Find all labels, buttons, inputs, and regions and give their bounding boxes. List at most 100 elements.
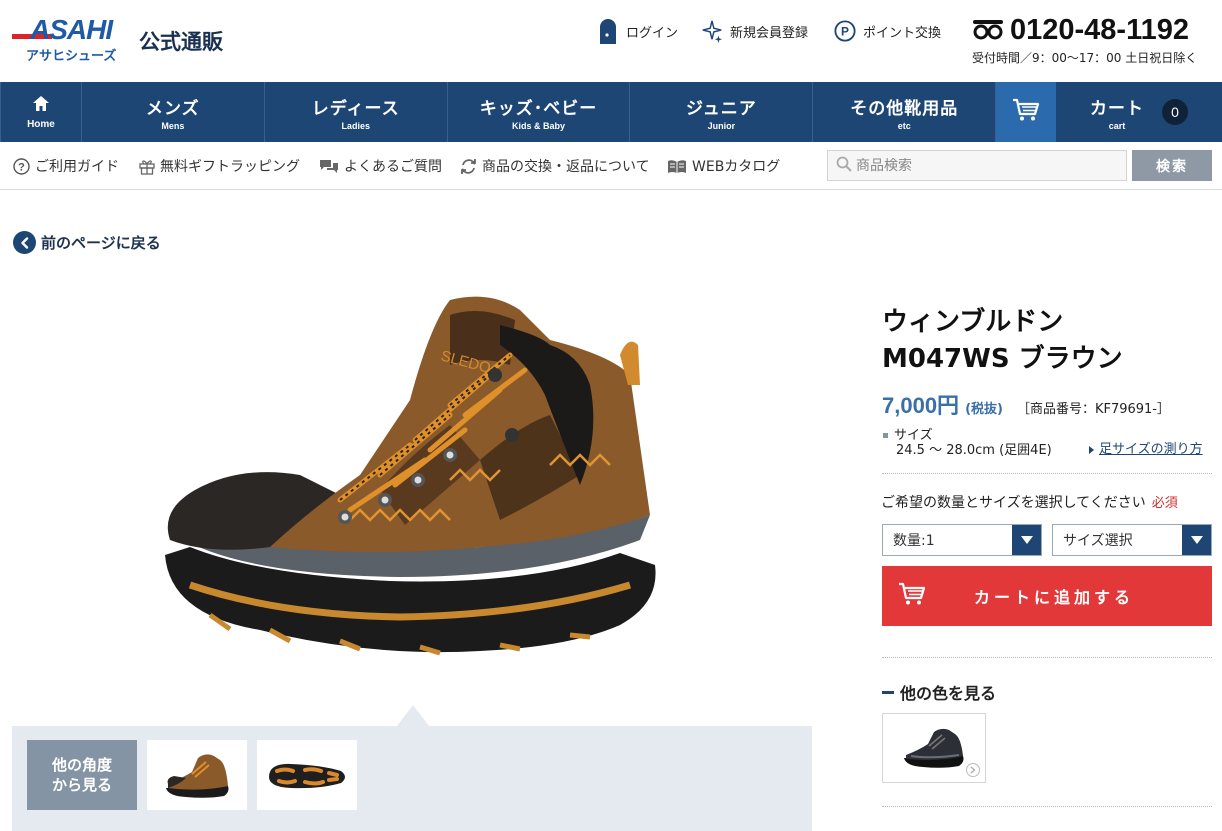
register-link[interactable]: 新規会員登録 bbox=[701, 16, 808, 46]
nav-cart-label: カート bbox=[1090, 98, 1145, 119]
register-label: 新規会員登録 bbox=[730, 25, 809, 41]
points-label: ポイント交換 bbox=[863, 25, 942, 41]
logo-text: ASAHI bbox=[30, 14, 113, 45]
other-angles-line1: 他の角度 bbox=[51, 756, 112, 774]
back-label: 前のページに戻る bbox=[41, 234, 161, 252]
size-select-value: サイズ選択 bbox=[1063, 533, 1133, 549]
help-circle-icon: ? bbox=[13, 157, 30, 175]
thumbnail-side[interactable] bbox=[147, 740, 247, 810]
site-tagline: 公式通販 bbox=[139, 30, 223, 54]
main-nav: Home メンズ Mens レディース Ladies キッズ･ベビー Kids … bbox=[0, 82, 1222, 142]
door-icon bbox=[597, 17, 619, 45]
phone-block[interactable]: 0120-48-1192 bbox=[972, 14, 1189, 47]
catalog-link[interactable]: WEBカタログ bbox=[667, 156, 780, 176]
search-icon bbox=[836, 156, 852, 176]
color-variant-black[interactable] bbox=[882, 713, 986, 783]
faq-label: よくあるご質問 bbox=[344, 159, 442, 175]
other-angles-line2: から見る bbox=[51, 776, 112, 794]
nav-etc-label: その他靴用品 bbox=[850, 98, 959, 119]
gift-icon bbox=[139, 158, 155, 175]
freedial-icon bbox=[972, 18, 1004, 44]
nav-mens-label: メンズ bbox=[146, 98, 200, 119]
back-link[interactable]: 前のページに戻る bbox=[13, 231, 161, 254]
triangle-right-icon bbox=[1089, 445, 1094, 454]
svg-text:P: P bbox=[841, 25, 849, 39]
nav-cart-icon-cell[interactable] bbox=[996, 82, 1057, 142]
add-to-cart-button[interactable]: カートに追加する bbox=[882, 566, 1212, 626]
divider bbox=[882, 806, 1212, 807]
svg-text:?: ? bbox=[18, 161, 25, 173]
search-box bbox=[827, 150, 1127, 181]
select-hint: ご希望の数量とサイズを選択してください 必須 bbox=[881, 492, 1178, 512]
gift-wrap-label: 無料ギフトラッピング bbox=[160, 159, 300, 175]
points-p-icon: P bbox=[834, 17, 856, 45]
product-name-line1: ウィンブルドン bbox=[882, 307, 1064, 337]
chevron-right-circle-icon bbox=[966, 763, 980, 777]
size-guide-label: 足サイズの測り方 bbox=[1099, 442, 1203, 457]
heading-dash bbox=[882, 690, 894, 694]
cart-icon bbox=[898, 582, 926, 610]
nav-kids-baby[interactable]: キッズ･ベビー Kids & Baby bbox=[448, 82, 631, 142]
size-range: 24.5 ～ 28.0cm (足囲4E) bbox=[896, 443, 1052, 458]
required-mark: 必須 bbox=[1151, 496, 1178, 511]
chevron-left-icon bbox=[13, 231, 36, 254]
other-angles-label: 他の角度 から見る bbox=[27, 740, 137, 810]
other-colors-title: 他の色を見る bbox=[900, 684, 997, 703]
black-boot-thumb bbox=[904, 728, 964, 768]
product-name: ウィンブルドン M047WS ブラウン bbox=[882, 304, 1212, 378]
other-colors-heading: 他の色を見る bbox=[882, 680, 996, 704]
size-select[interactable]: サイズ選択 bbox=[1052, 524, 1212, 556]
nav-ladies-sub: Ladies bbox=[341, 120, 370, 131]
points-link[interactable]: P ポイント交換 bbox=[834, 16, 941, 46]
add-to-cart-label: カートに追加する bbox=[974, 588, 1135, 607]
catalog-label: WEBカタログ bbox=[692, 159, 781, 175]
chevron-down-icon bbox=[1182, 525, 1211, 555]
nav-cart-sub: cart bbox=[1108, 120, 1126, 131]
book-icon bbox=[667, 159, 687, 174]
size-guide-link[interactable]: 足サイズの測り方 bbox=[1089, 438, 1203, 457]
divider bbox=[882, 473, 1212, 474]
logo-subtext: アサヒシューズ bbox=[26, 49, 117, 64]
faq-link[interactable]: よくあるご質問 bbox=[319, 156, 442, 176]
chevron-down-icon bbox=[1012, 525, 1041, 555]
nav-ladies[interactable]: レディース Ladies bbox=[265, 82, 448, 142]
quantity-select[interactable]: 数量:1 bbox=[882, 524, 1042, 556]
nav-etc[interactable]: その他靴用品 etc bbox=[813, 82, 997, 142]
nav-cart[interactable]: カート cart 0 bbox=[1056, 82, 1222, 142]
sparkle-icon bbox=[701, 17, 723, 45]
exchange-link[interactable]: 商品の交換・返品について bbox=[460, 156, 650, 176]
nav-junior-label: ジュニア bbox=[685, 98, 757, 119]
divider bbox=[882, 657, 1212, 658]
phone-number: 0120-48-1192 bbox=[1010, 14, 1189, 46]
thumbnail-sole[interactable] bbox=[257, 740, 357, 810]
site-header: ASAHI アサヒシューズ 公式通販 ログイン 新規会員登録 P ポイント交換 … bbox=[0, 0, 1222, 82]
hiking-boot-illustration: SLEDO bbox=[165, 296, 656, 656]
home-icon bbox=[32, 95, 50, 116]
asahi-logo[interactable]: ASAHI アサヒシューズ bbox=[12, 14, 127, 64]
cart-count-badge: 0 bbox=[1162, 99, 1189, 125]
boot-side-thumb bbox=[166, 754, 229, 798]
product-name-line2: M047WS ブラウン bbox=[882, 344, 1123, 374]
nav-home[interactable]: Home bbox=[0, 82, 82, 142]
boot-sole-thumb bbox=[269, 763, 345, 789]
gallery-pointer bbox=[397, 705, 429, 726]
product-main-image[interactable]: SLEDO bbox=[150, 285, 670, 680]
gift-wrap-link[interactable]: 無料ギフトラッピング bbox=[139, 156, 300, 176]
phone-hours: 受付時間／9：00～17：00 土日祝日除く bbox=[972, 51, 1198, 65]
select-hint-text: ご希望の数量とサイズを選択してください bbox=[881, 495, 1146, 511]
price-row: 7,000円 (税抜) ［商品番号：KF79691-］ bbox=[882, 388, 1170, 420]
guide-label: ご利用ガイド bbox=[35, 159, 119, 175]
product-code: ［商品番号：KF79691-］ bbox=[1016, 402, 1171, 417]
nav-cart-text: カート cart bbox=[1090, 94, 1144, 131]
search-button[interactable]: 検索 bbox=[1132, 150, 1212, 181]
nav-kids-sub: Kids & Baby bbox=[512, 120, 566, 131]
nav-etc-sub: etc bbox=[897, 120, 911, 131]
login-link[interactable]: ログイン bbox=[597, 16, 678, 46]
guide-link[interactable]: ? ご利用ガイド bbox=[13, 156, 119, 176]
bullet-square-icon bbox=[883, 433, 888, 438]
nav-mens-sub: Mens bbox=[161, 120, 185, 131]
nav-mens[interactable]: メンズ Mens bbox=[82, 82, 265, 142]
search-input[interactable] bbox=[856, 157, 1116, 174]
nav-junior[interactable]: ジュニア Junior bbox=[630, 82, 814, 142]
cart-icon bbox=[1012, 98, 1040, 126]
